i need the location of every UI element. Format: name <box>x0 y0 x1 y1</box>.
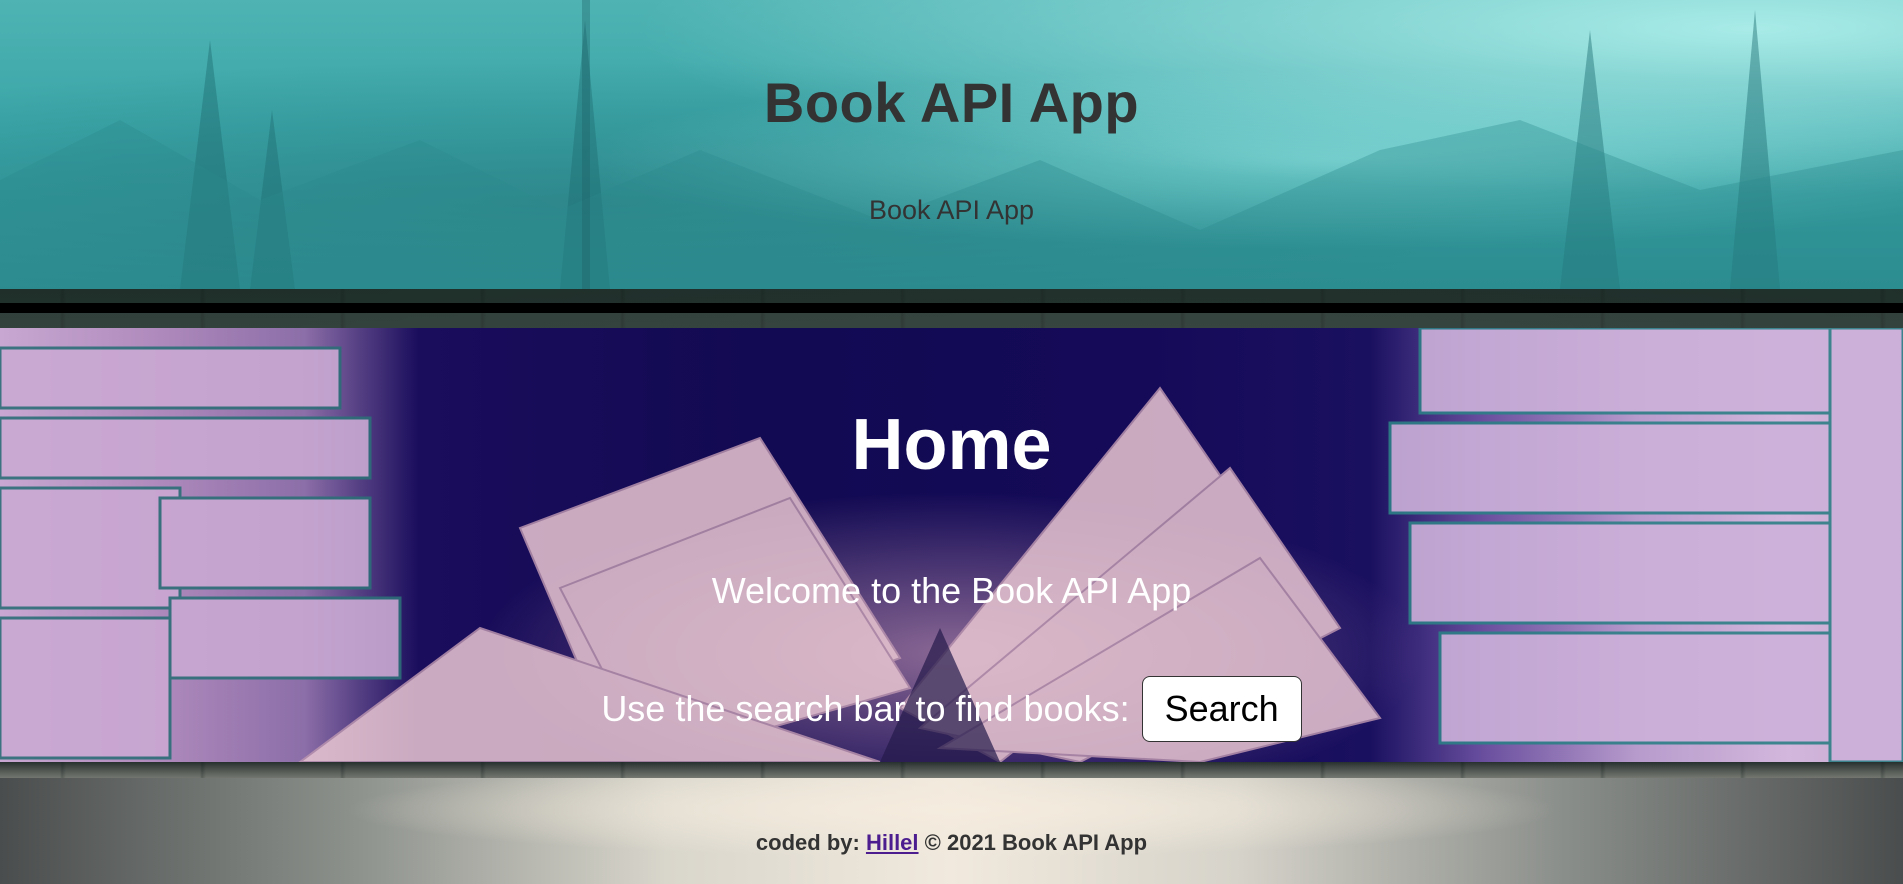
footer-copyright: © 2021 Book API App <box>924 830 1148 855</box>
page: Book API App Book API App Home Welcome t… <box>0 0 1903 884</box>
header-divider <box>0 289 1903 328</box>
footer-prefix: coded by: <box>755 830 860 855</box>
page-heading: Home <box>851 405 1052 485</box>
search-prompt: Use the search bar to find books: <box>601 688 1130 729</box>
site-title: Book API App <box>763 71 1140 134</box>
footer-credit: coded by: Hillel © 2021 Book API App <box>0 830 1903 856</box>
author-link[interactable]: Hillel <box>866 830 919 855</box>
forest-background-image <box>0 0 1903 289</box>
banner-divider <box>0 762 1903 778</box>
search-button[interactable]: Search <box>1141 676 1302 742</box>
site-footer: coded by: Hillel © 2021 Book API App <box>0 778 1903 884</box>
site-subtitle: Book API App <box>868 195 1035 225</box>
welcome-text: Welcome to the Book API App <box>711 570 1192 611</box>
site-header: Book API App Book API App <box>0 0 1903 289</box>
home-banner: Home Welcome to the Book API App Use the… <box>0 328 1903 762</box>
search-row: Use the search bar to find books: Search <box>0 676 1903 742</box>
